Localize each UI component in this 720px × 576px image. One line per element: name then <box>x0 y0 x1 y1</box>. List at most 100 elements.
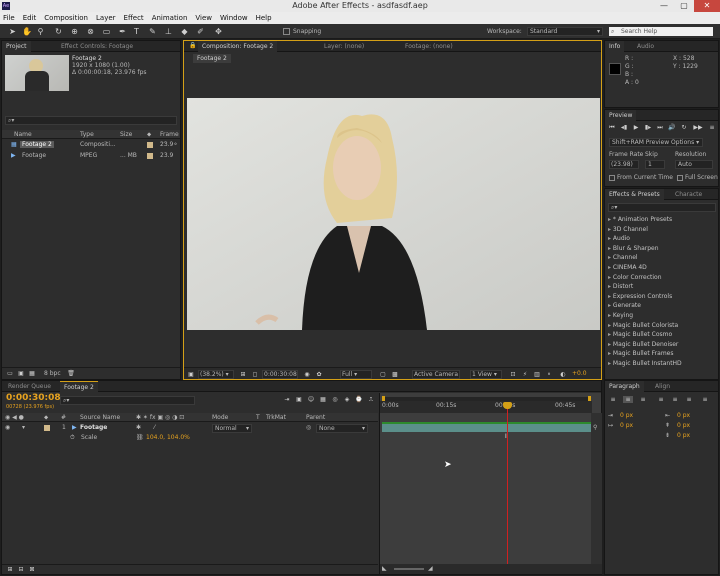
scale-property-row[interactable]: ⏱ Scale ⛓ 104.0, 104.0% <box>2 433 378 443</box>
expand-layer-switches-icon[interactable]: ⊞ <box>5 566 15 573</box>
menu-layer[interactable]: Layer <box>96 14 116 22</box>
lock-icon[interactable]: 🔒 <box>189 42 196 49</box>
tab-paragraph[interactable]: Paragraph <box>605 381 644 392</box>
reset-exposure-icon[interactable]: ◐ <box>558 371 568 378</box>
justify-right-icon[interactable]: ≡ <box>684 396 694 403</box>
effect-category[interactable]: Magic Bullet Frames <box>605 349 717 359</box>
switch-quality-icon[interactable]: ⁄ <box>154 424 155 431</box>
tab-render-queue[interactable]: Render Queue <box>4 381 55 392</box>
effects-search-input[interactable]: ⌕▾ <box>608 203 716 212</box>
hand-tool-icon[interactable]: ✋ <box>22 27 32 36</box>
expand-in-out-icon[interactable]: ⊠ <box>27 566 37 573</box>
comp-button-icon[interactable]: ⚲ <box>593 424 597 431</box>
effect-category[interactable]: Keying <box>605 311 717 321</box>
indent-left-value[interactable]: 0 px <box>620 412 633 419</box>
current-time-display[interactable]: 0:00:30:08 <box>262 370 298 379</box>
tab-character[interactable]: Characte <box>671 189 706 200</box>
effect-category[interactable]: CINEMA 4D <box>605 263 717 273</box>
effect-category[interactable]: Magic Bullet Denoiser <box>605 340 717 350</box>
maximize-button[interactable]: ▢ <box>674 0 694 12</box>
snapshot-icon[interactable]: ◉ <box>302 371 312 378</box>
effect-category[interactable]: Color Correction <box>605 273 717 283</box>
tab-preview[interactable]: Preview <box>605 110 637 121</box>
tab-effects-presets[interactable]: Effects & Presets <box>605 189 664 200</box>
shy-icon[interactable]: ☺ <box>306 396 316 403</box>
rotate-tool-icon[interactable]: ↻ <box>54 27 63 36</box>
effect-category[interactable]: Generate <box>605 301 717 311</box>
type-tool-icon[interactable]: T <box>132 27 141 36</box>
graph-editor-icon[interactable]: ⎍ <box>366 396 376 403</box>
pen-tool-icon[interactable]: ✒ <box>118 27 127 36</box>
show-channel-icon[interactable]: ✿ <box>314 371 324 378</box>
expand-modes-icon[interactable]: ⊟ <box>16 566 26 573</box>
space-after-value[interactable]: 0 px <box>677 432 690 439</box>
selection-tool-icon[interactable]: ➤ <box>8 27 17 36</box>
time-ruler[interactable]: 0:00s 00:15s 00:30s 00:45s <box>380 401 592 413</box>
region-of-interest-icon[interactable]: ▢ <box>378 371 388 378</box>
motion-blur-icon[interactable]: ◎ <box>330 396 340 403</box>
effect-category[interactable]: Blur & Sharpen <box>605 244 717 254</box>
frame-blending-icon[interactable]: ▦ <box>318 396 328 403</box>
constrain-proportions-icon[interactable]: ⛓ <box>136 434 144 441</box>
fast-previews-icon[interactable]: ⚡ <box>520 371 530 378</box>
effect-category[interactable]: Magic Bullet InstantHD <box>605 359 717 369</box>
col-layer-number[interactable]: # <box>61 414 66 421</box>
roto-brush-tool-icon[interactable]: ✐ <box>196 27 205 36</box>
space-before-value[interactable]: 0 px <box>677 422 690 429</box>
effect-category[interactable]: 3D Channel <box>605 225 717 235</box>
col-t[interactable]: T <box>256 414 260 421</box>
layer-row[interactable]: ◉ ▾ 1 ▶ Footage ✱ ⁄ Normal ▾ ◎ None ▾ <box>2 423 378 433</box>
indent-right-value[interactable]: 0 px <box>677 412 690 419</box>
video-visibility-icon[interactable]: ◉ <box>5 424 10 431</box>
timeline-search-input[interactable]: ⌕▾ <box>60 396 195 405</box>
justify-center-icon[interactable]: ≡ <box>670 396 680 403</box>
col-trkmat[interactable]: TrkMat <box>266 414 286 421</box>
blend-mode-dropdown[interactable]: Normal ▾ <box>212 424 252 433</box>
flowchart-icon[interactable]: ⚬ <box>544 371 554 378</box>
previous-frame-icon[interactable]: ◂▮ <box>619 124 629 131</box>
tab-effect-controls[interactable]: Effect Controls: Footage <box>57 41 137 52</box>
col-type[interactable]: Type <box>80 131 94 138</box>
project-row[interactable]: ▶ Footage MPEG ... MB 23.9 <box>2 151 180 161</box>
parent-dropdown[interactable]: None ▾ <box>316 424 368 433</box>
draft-3d-icon[interactable]: ▣ <box>294 396 304 403</box>
ram-preview-options-dropdown[interactable]: Shift+RAM Preview Options ▾ <box>609 138 703 147</box>
menu-animation[interactable]: Animation <box>152 14 188 22</box>
tab-audio[interactable]: Audio <box>633 41 658 52</box>
layer-duration-bar[interactable] <box>382 422 591 432</box>
puppet-tool-icon[interactable]: ✥ <box>214 27 223 36</box>
tab-timeline-comp[interactable]: Footage 2 <box>60 381 98 392</box>
exposure-value[interactable]: +0.0 <box>572 370 587 377</box>
align-right-icon[interactable]: ≡ <box>638 396 648 403</box>
menu-composition[interactable]: Composition <box>44 14 88 22</box>
grid-icon[interactable]: ⊞ <box>238 371 248 378</box>
close-button[interactable]: ✕ <box>694 0 720 12</box>
zoom-slider-bar[interactable]: ◣ ◢ <box>380 564 602 574</box>
effect-category[interactable]: * Animation Presets <box>605 215 717 225</box>
bit-depth-label[interactable]: 8 bpc <box>44 370 61 377</box>
layer-expand-icon[interactable]: ▾ <box>22 424 25 431</box>
col-mode[interactable]: Mode <box>212 414 228 421</box>
menu-icon[interactable]: ≡ <box>707 124 717 131</box>
full-screen-checkbox[interactable] <box>677 175 683 181</box>
effect-category[interactable]: Channel <box>605 253 717 263</box>
first-line-indent-value[interactable]: 0 px <box>620 422 633 429</box>
playhead-handle[interactable] <box>503 402 512 409</box>
skip-dropdown[interactable]: 1 <box>645 160 665 169</box>
project-search-input[interactable]: ⌕▾ <box>5 116 177 125</box>
tab-layer[interactable]: Layer: (none) <box>320 41 368 52</box>
last-frame-icon[interactable]: ⏭ <box>655 124 665 131</box>
play-icon[interactable]: ▶ <box>631 124 641 131</box>
zoom-tool-icon[interactable]: ⚲ <box>36 27 45 36</box>
scale-value[interactable]: 104.0, 104.0% <box>146 434 190 441</box>
auto-keyframe-icon[interactable]: ⌚ <box>354 396 364 403</box>
timeline-icon[interactable]: ▥ <box>532 371 542 378</box>
from-current-time-checkbox[interactable] <box>609 175 615 181</box>
new-composition-icon[interactable]: ▦ <box>27 370 37 377</box>
tab-align[interactable]: Align <box>651 381 674 392</box>
col-source-name[interactable]: Source Name <box>80 414 120 421</box>
audio-icon[interactable]: 🔊 <box>667 124 677 131</box>
align-center-icon[interactable]: ≡ <box>623 396 633 403</box>
snapping-checkbox[interactable] <box>283 28 290 35</box>
zoom-out-icon[interactable]: ◣ <box>382 565 387 572</box>
